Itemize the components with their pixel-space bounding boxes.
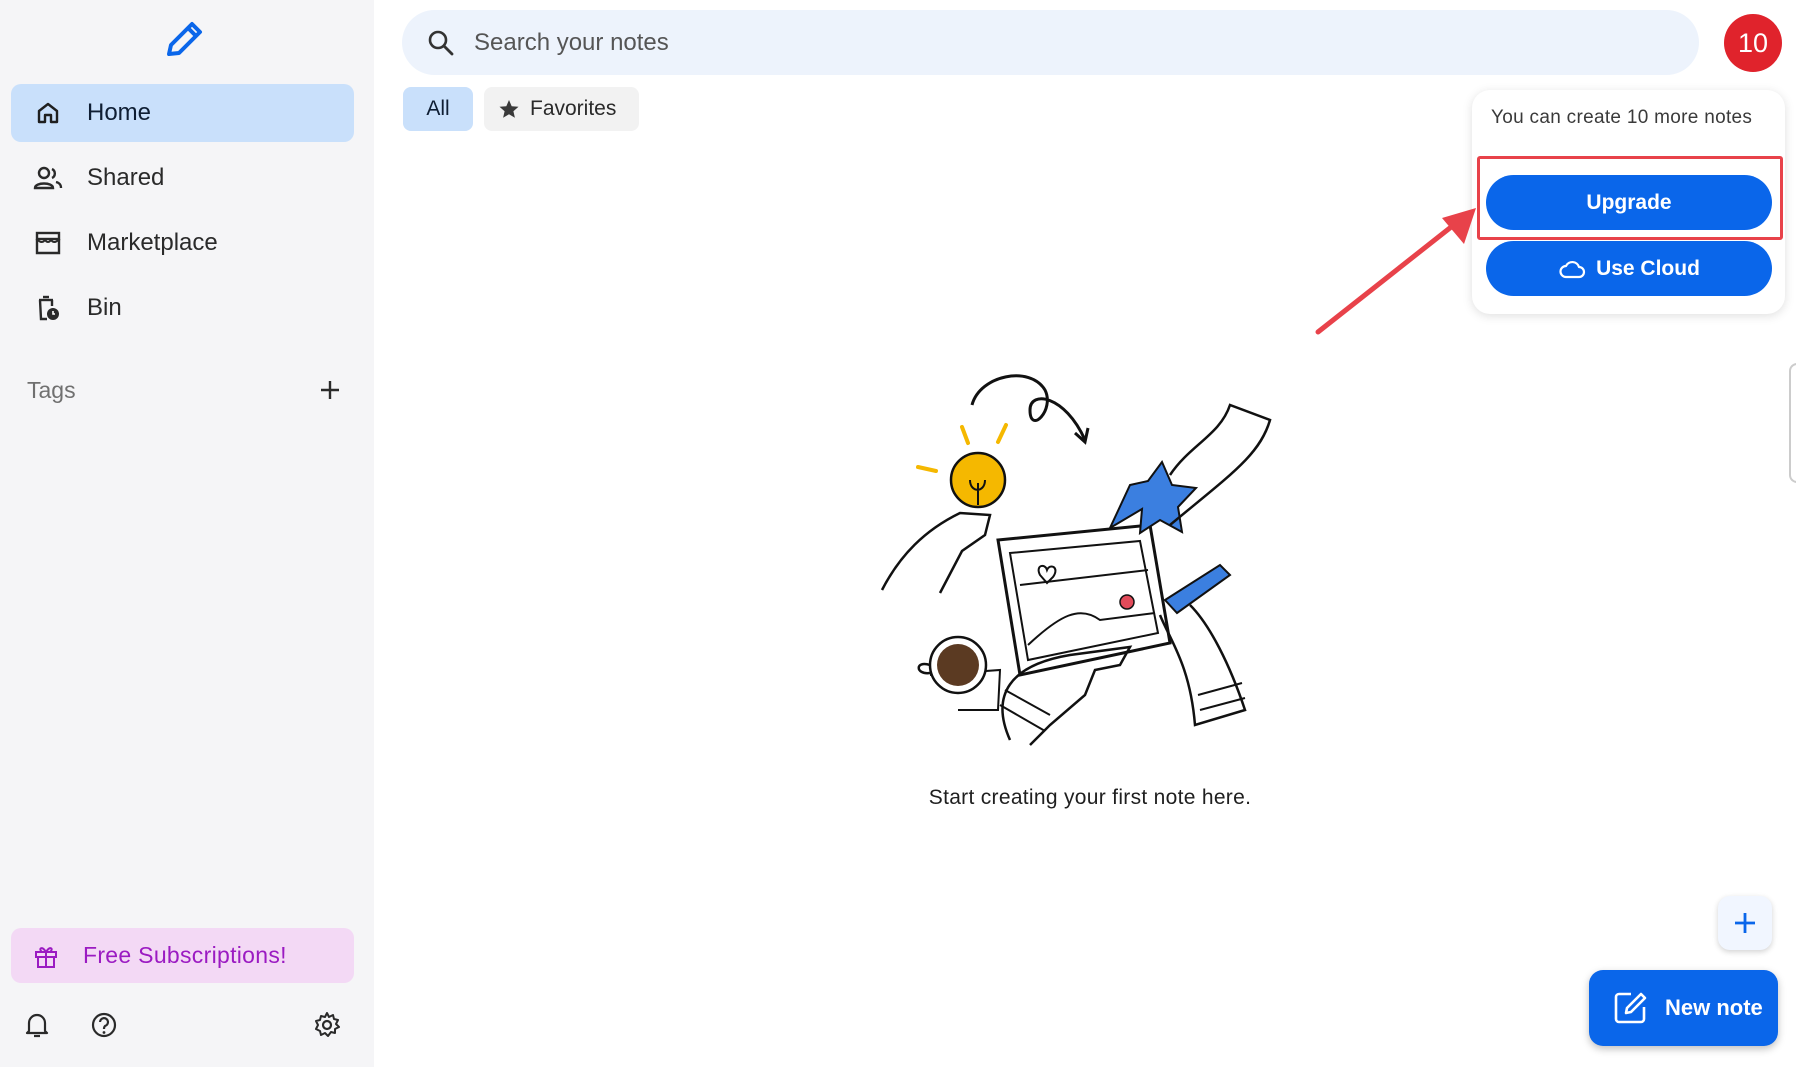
- new-note-label: New note: [1665, 995, 1763, 1020]
- filter-favorites-chip[interactable]: Favorites: [484, 87, 639, 131]
- empty-state-illustration: [880, 374, 1272, 746]
- new-note-button[interactable]: New note: [1589, 970, 1778, 1046]
- side-panel-handle[interactable]: [1789, 363, 1796, 483]
- favorites-label: Favorites: [530, 97, 617, 120]
- promo-label: Free Subscriptions!: [83, 942, 287, 968]
- home-icon: [33, 98, 63, 128]
- empty-state-text: Start creating your first note here.: [928, 786, 1252, 809]
- filter-all-chip[interactable]: All: [403, 87, 473, 131]
- sidebar-item-label: Home: [87, 99, 152, 126]
- sidebar-item-bin[interactable]: Bin: [11, 279, 354, 337]
- app-logo-pencil-icon[interactable]: [160, 14, 208, 62]
- add-tag-plus-icon[interactable]: [315, 375, 345, 405]
- plus-icon: [1735, 913, 1755, 933]
- sidebar-item-marketplace[interactable]: Marketplace: [11, 214, 354, 272]
- annotation-highlight-box: [1477, 156, 1783, 240]
- add-fab-button[interactable]: [1718, 896, 1772, 950]
- tags-section: Tags: [27, 372, 345, 408]
- notifications-bell-icon[interactable]: [22, 1010, 52, 1040]
- free-subscriptions-button[interactable]: Free Subscriptions!: [11, 928, 354, 983]
- search-bar[interactable]: [402, 10, 1699, 75]
- gift-icon: [33, 943, 59, 969]
- people-icon: [33, 163, 63, 193]
- notes-remaining-badge[interactable]: 10: [1724, 14, 1782, 72]
- use-cloud-button[interactable]: Use Cloud: [1486, 241, 1772, 296]
- tags-label: Tags: [27, 376, 76, 403]
- edit-note-icon: [1611, 989, 1649, 1027]
- sidebar-item-label: Marketplace: [87, 229, 218, 256]
- sidebar-item-home[interactable]: Home: [11, 84, 354, 142]
- bin-icon: [33, 293, 63, 323]
- sidebar: Home Shared Marketplace Bin Tags Free Su…: [0, 0, 374, 1067]
- star-icon: [498, 98, 520, 120]
- note-limit-message: You can create 10 more notes: [1491, 107, 1753, 128]
- sidebar-item-label: Bin: [87, 294, 122, 321]
- help-icon[interactable]: [89, 1010, 119, 1040]
- search-icon: [426, 28, 456, 58]
- sidebar-item-shared[interactable]: Shared: [11, 149, 354, 207]
- sidebar-item-label: Shared: [87, 164, 165, 191]
- cloud-icon: [1558, 258, 1586, 280]
- search-input[interactable]: [474, 28, 1374, 57]
- use-cloud-label: Use Cloud: [1596, 256, 1700, 280]
- settings-gear-icon[interactable]: [312, 1010, 342, 1040]
- annotation-arrow-icon: [1315, 208, 1476, 335]
- store-icon: [33, 228, 63, 258]
